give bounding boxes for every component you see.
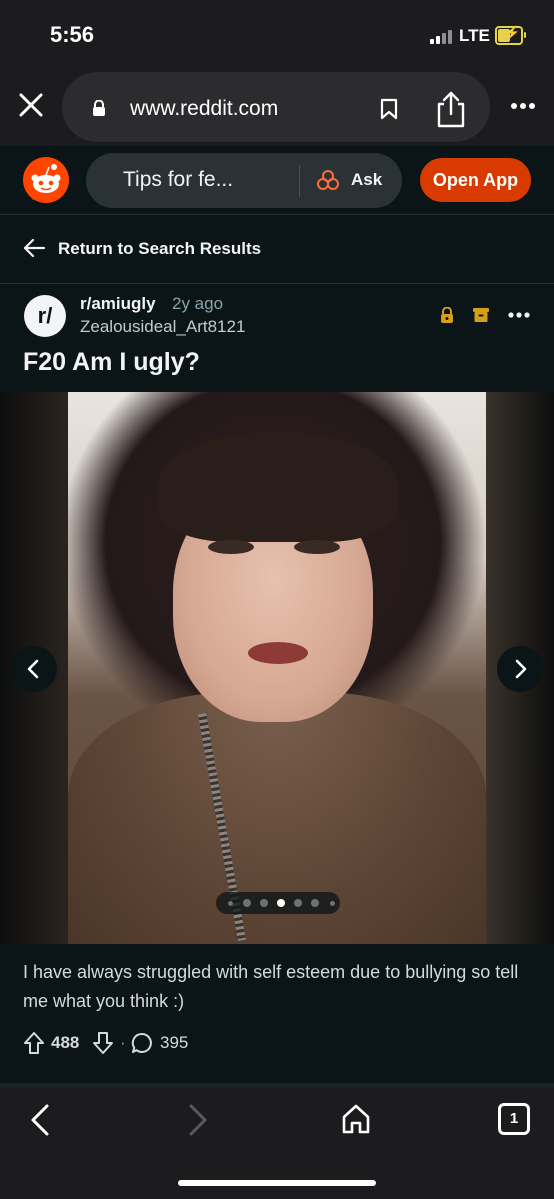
browser-bottom-bar: 1 (0, 1087, 554, 1199)
more-icon[interactable] (510, 102, 536, 110)
chevron-left-icon (27, 659, 39, 679)
post-image[interactable] (68, 392, 486, 944)
post-actions: 488 · 395 (0, 1024, 554, 1064)
status-time: 5:56 (50, 22, 95, 47)
reddit-header: Tips for fe... Ask Open App (0, 146, 554, 215)
home-indicator (178, 1180, 376, 1186)
search-bar[interactable]: Tips for fe... Ask (86, 153, 402, 208)
bookmark-icon[interactable] (380, 98, 398, 120)
signal-icon (430, 29, 454, 44)
carousel-dot (227, 900, 233, 906)
subreddit-name[interactable]: r/amiugly (80, 294, 156, 314)
home-icon[interactable] (340, 1103, 372, 1135)
separator: · (120, 1033, 126, 1052)
browser-toolbar: www.reddit.com (0, 66, 554, 146)
browser-back-icon[interactable] (28, 1103, 52, 1137)
carousel-prev-button[interactable] (11, 646, 57, 692)
network-type: LTE (459, 26, 490, 45)
search-divider (299, 165, 300, 197)
back-arrow-icon (23, 238, 46, 258)
carousel-dot (329, 900, 335, 906)
carousel-dot (294, 899, 302, 907)
return-label[interactable]: Return to Search Results (58, 239, 261, 259)
search-query[interactable]: Tips for fe... (123, 168, 233, 192)
carousel-pagination (216, 892, 340, 914)
carousel-next-button[interactable] (497, 646, 543, 692)
post-age: 2y ago (172, 294, 224, 313)
archived-icon (473, 308, 489, 322)
reddit-logo-icon[interactable] (22, 156, 70, 204)
locked-icon (441, 307, 453, 323)
post-meta: r/ r/amiugly 2y ago Zealousideal_Art8121 (0, 284, 554, 346)
chevron-right-icon (515, 659, 527, 679)
ask-icon[interactable] (317, 169, 339, 191)
lock-icon (93, 100, 105, 116)
open-app-button[interactable]: Open App (420, 158, 531, 202)
url-text[interactable]: www.reddit.com (130, 97, 278, 121)
battery-charging-icon: ⚡ (495, 25, 526, 45)
tabs-button[interactable]: 1 (498, 1103, 530, 1135)
close-icon[interactable] (16, 90, 46, 120)
image-carousel[interactable] (0, 392, 554, 944)
carousel-dot (311, 899, 319, 907)
carousel-dot (260, 899, 268, 907)
carousel-dot (243, 899, 251, 907)
address-bar[interactable]: www.reddit.com (62, 72, 490, 142)
downvote-icon[interactable] (92, 1031, 114, 1055)
comment-icon[interactable] (131, 1032, 153, 1054)
post-overflow-icon[interactable] (508, 312, 530, 318)
post-title[interactable]: F20 Am I ugly? (23, 348, 200, 377)
upvote-icon[interactable] (23, 1031, 45, 1055)
status-bar: 5:56 LTE ⚡ (0, 0, 554, 66)
carousel-dot-active (277, 899, 285, 907)
browser-forward-icon[interactable] (186, 1103, 210, 1137)
return-to-search[interactable]: Return to Search Results (0, 215, 554, 284)
comment-count[interactable]: 395 (160, 1033, 188, 1053)
share-icon[interactable] (434, 90, 468, 128)
ask-button[interactable]: Ask (351, 170, 382, 190)
vote-score: 488 (51, 1033, 80, 1052)
subreddit-avatar[interactable]: r/ (24, 295, 66, 337)
post-body: I have always struggled with self esteem… (23, 962, 519, 1011)
post-author[interactable]: Zealousideal_Art8121 (80, 317, 245, 337)
